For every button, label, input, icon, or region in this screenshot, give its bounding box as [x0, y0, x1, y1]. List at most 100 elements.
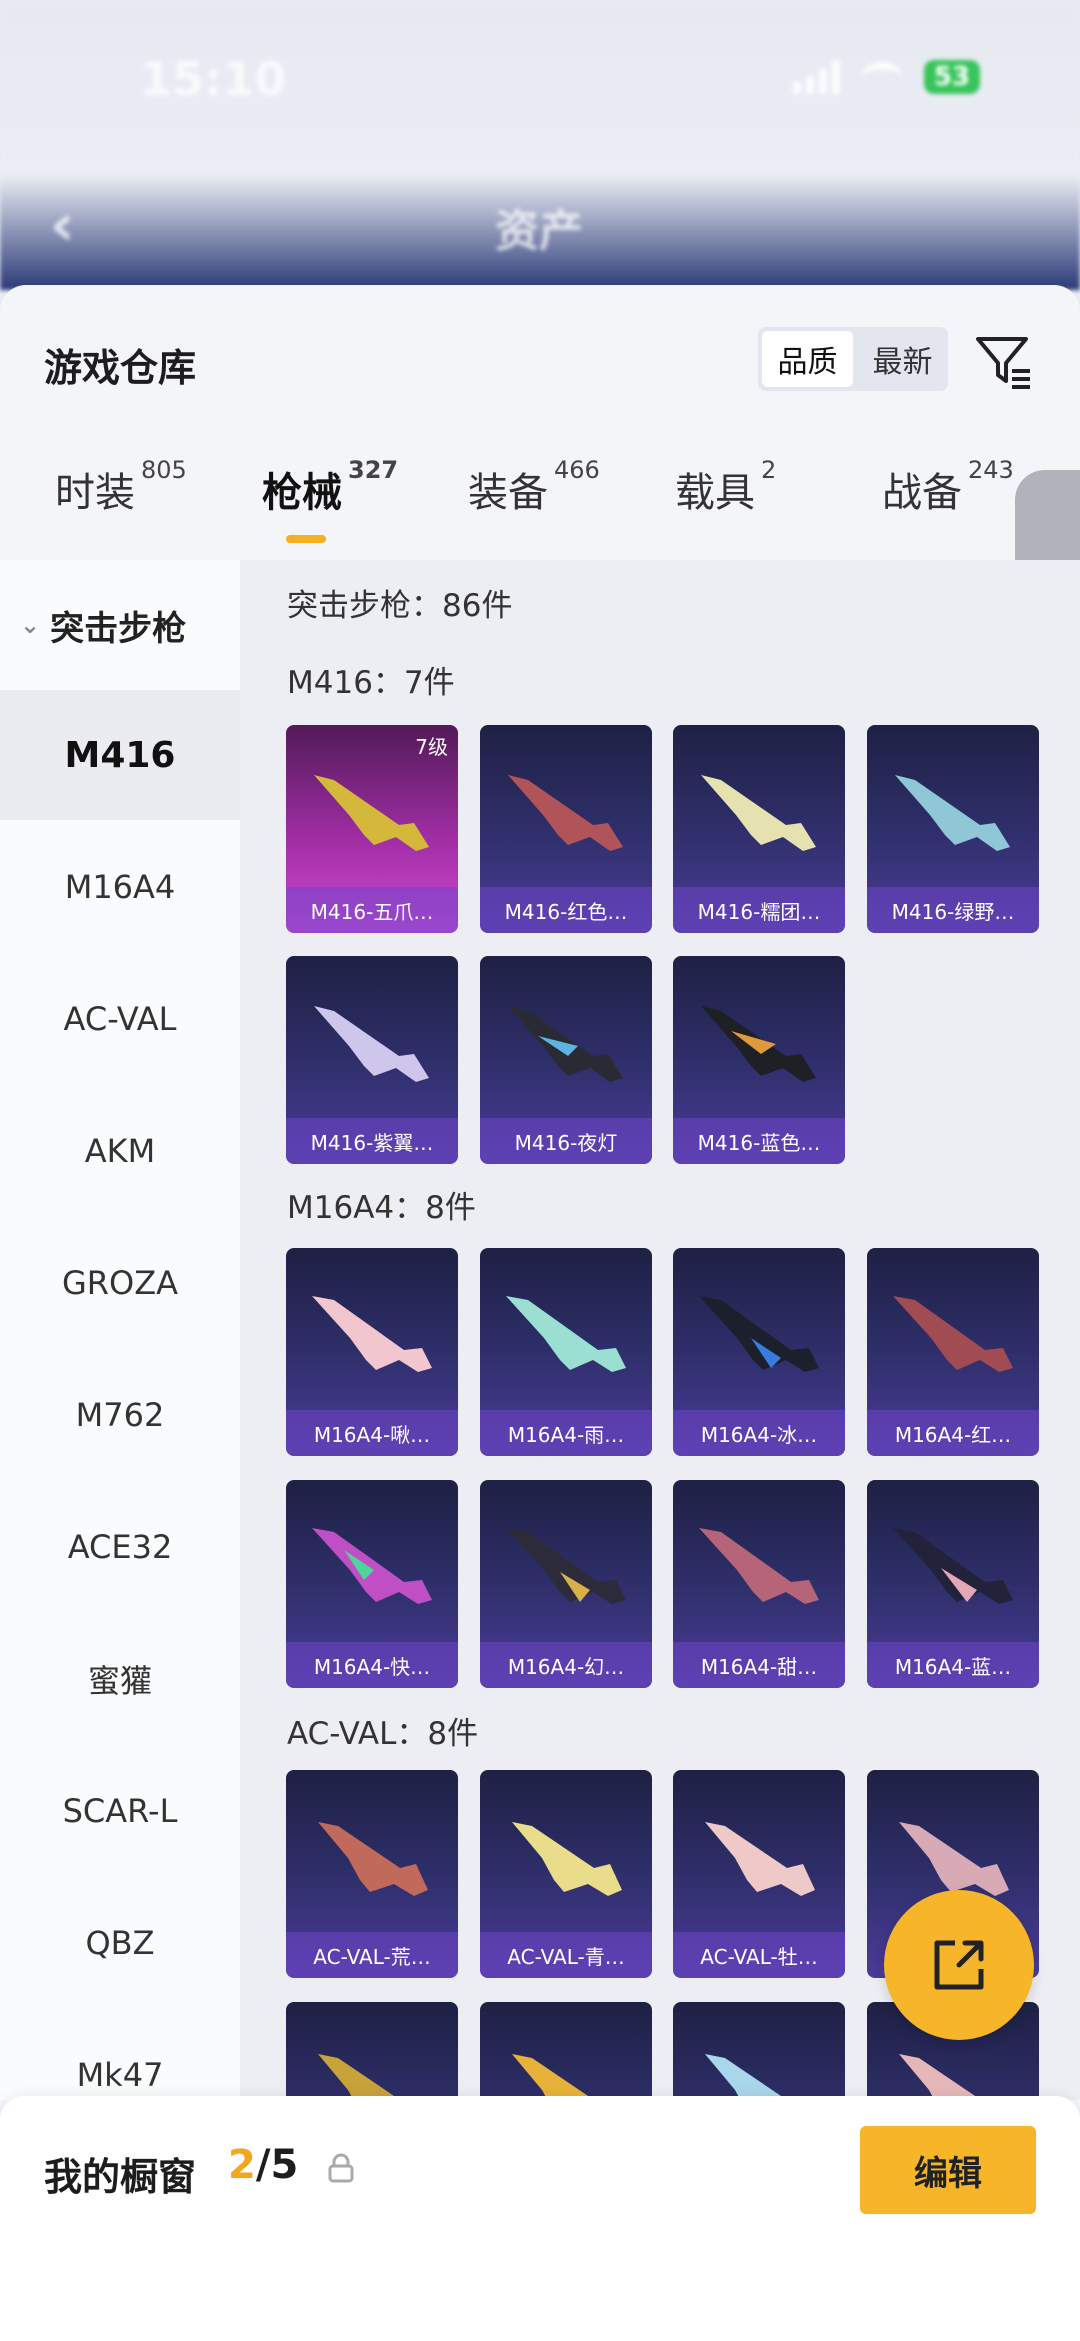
rifle-icon — [701, 775, 816, 851]
tab-firearms[interactable]: 枪械 327 — [262, 456, 398, 518]
skin-card[interactable]: M16A4-啾… — [286, 1248, 458, 1456]
skin-name: M16A4-啾… — [286, 1410, 458, 1456]
sidebar-item-akm[interactable]: AKM — [0, 1086, 240, 1216]
active-tab-indicator — [286, 535, 326, 543]
top-backdrop: 15:10 53 ‹ 资产 — [0, 0, 1080, 290]
sidebar-item-scar-l[interactable]: SCAR-L — [0, 1746, 240, 1876]
share-icon — [934, 1940, 984, 1990]
chevron-down-icon: ⌄ — [20, 611, 41, 639]
tab-vehicles[interactable]: 载具 2 — [675, 456, 776, 518]
showcase-count: 2/5 — [228, 2142, 298, 2188]
sidebar-item-m16a4[interactable]: M16A4 — [0, 822, 240, 952]
rifle-icon — [512, 2054, 612, 2100]
skin-name: M16A4-冰… — [673, 1410, 845, 1456]
skin-card[interactable]: 7级 M416-五爪… — [286, 725, 458, 933]
skin-name: M416-蓝色… — [673, 1118, 845, 1164]
skin-card[interactable]: M16A4-甜… — [673, 1480, 845, 1688]
rifle-icon — [318, 2054, 418, 2100]
skin-name: M16A4-红… — [867, 1410, 1039, 1456]
rifle-icon — [705, 1822, 815, 1896]
skin-card[interactable]: M416-蓝色… — [673, 956, 845, 1164]
lock-icon — [328, 2153, 354, 2183]
skin-name: M16A4-甜… — [673, 1642, 845, 1688]
skin-name: M16A4-蓝… — [867, 1642, 1039, 1688]
skin-card[interactable]: M16A4-红… — [867, 1248, 1039, 1456]
skin-card[interactable]: AC-VAL-青… — [480, 1770, 652, 1978]
sidebar-item-m416[interactable]: M416 — [0, 690, 240, 820]
sort-toggle: 品质 最新 — [758, 327, 948, 391]
skin-card[interactable]: M16A4-快… — [286, 1480, 458, 1688]
rifle-icon — [314, 1006, 429, 1082]
rifle-icon — [508, 775, 623, 851]
back-icon[interactable]: ‹ — [50, 190, 75, 260]
wifi-icon — [861, 62, 902, 92]
skin-name: M16A4-快… — [286, 1642, 458, 1688]
sidebar-item-m762[interactable]: M762 — [0, 1350, 240, 1480]
skin-card[interactable]: M16A4-雨… — [480, 1248, 652, 1456]
showcase-current: 2 — [228, 2142, 256, 2188]
skin-card[interactable]: M416-红色… — [480, 725, 652, 933]
showcase-total: /5 — [255, 2142, 299, 2188]
skin-card[interactable]: M16A4-冰… — [673, 1248, 845, 1456]
rifle-icon — [312, 1296, 432, 1372]
skin-card[interactable] — [673, 2002, 845, 2100]
rifle-icon — [701, 1006, 816, 1082]
skin-name: M16A4-雨… — [480, 1410, 652, 1456]
rifle-icon — [506, 1528, 626, 1604]
tab-equipment[interactable]: 装备 466 — [468, 456, 600, 518]
skin-card[interactable]: M16A4-幻… — [480, 1480, 652, 1688]
edit-button[interactable]: 编辑 — [860, 2126, 1036, 2214]
skin-card[interactable]: M416-糯团… — [673, 725, 845, 933]
sidebar-item-honey-badger[interactable]: 蜜獾 — [0, 1614, 240, 1744]
rifle-icon — [314, 775, 429, 851]
status-icons: 53 — [792, 60, 980, 94]
skin-name: AC-VAL-牡… — [673, 1932, 845, 1978]
category-count: 突击步枪：86件 — [287, 588, 513, 624]
skin-card[interactable]: M416-绿野… — [867, 725, 1039, 933]
sort-newest[interactable]: 最新 — [857, 327, 948, 391]
category-tabs: 时装 805 枪械 327 装备 466 载具 2 战备 243 — [0, 456, 1080, 540]
showcase-label: 我的橱窗 — [44, 2155, 197, 2199]
rifle-icon — [318, 1822, 428, 1896]
skin-card[interactable] — [286, 2002, 458, 2100]
rifle-icon — [699, 1296, 819, 1372]
sort-quality[interactable]: 品质 — [762, 331, 853, 387]
group-title-m16a4: M16A4：8件 — [287, 1190, 476, 1226]
rifle-icon — [899, 2054, 999, 2100]
sidebar-item-qbz[interactable]: QBZ — [0, 1878, 240, 2008]
skin-name: AC-VAL-荒… — [286, 1932, 458, 1978]
rifle-icon — [512, 1822, 622, 1896]
skin-name: M416-糯团… — [673, 887, 845, 933]
skin-card[interactable]: M16A4-蓝… — [867, 1480, 1039, 1688]
sheet-title: 游戏仓库 — [44, 346, 197, 390]
skin-card[interactable]: M416-夜灯 — [480, 956, 652, 1164]
rifle-icon — [699, 1528, 819, 1604]
rifle-icon — [312, 1528, 432, 1604]
skin-card[interactable]: M416-紫翼… — [286, 956, 458, 1164]
group-title-m416: M416：7件 — [287, 665, 455, 701]
sidebar-category-label: 突击步枪 — [50, 608, 187, 649]
sidebar-category[interactable]: ⌄ 突击步枪 — [0, 560, 240, 690]
skin-name: M416-红色… — [480, 887, 652, 933]
filter-icon[interactable] — [972, 329, 1036, 393]
tab-readiness[interactable]: 战备 243 — [882, 456, 1014, 518]
status-time: 15:10 — [140, 52, 287, 106]
sidebar-item-groza[interactable]: GROZA — [0, 1218, 240, 1348]
rifle-icon — [508, 1006, 623, 1082]
signal-icon — [792, 60, 840, 94]
share-button[interactable] — [884, 1890, 1034, 2040]
tab-fashion[interactable]: 时装 805 — [55, 456, 187, 518]
skin-name: M416-五爪… — [286, 887, 458, 933]
showcase-bar: 我的橱窗 2/5 编辑 — [0, 2096, 1080, 2341]
rifle-icon — [893, 1528, 1013, 1604]
sidebar-item-ace32[interactable]: ACE32 — [0, 1482, 240, 1612]
skin-card[interactable]: AC-VAL-荒… — [286, 1770, 458, 1978]
skin-name: M416-紫翼… — [286, 1118, 458, 1164]
sidebar-item-ac-val[interactable]: AC-VAL — [0, 954, 240, 1084]
weapon-sidebar: ⌄ 突击步枪 M416 M16A4 AC-VAL AKM GROZA M762 … — [0, 560, 240, 2100]
skin-card[interactable] — [480, 2002, 652, 2100]
skin-name: M16A4-幻… — [480, 1642, 652, 1688]
rifle-icon — [506, 1296, 626, 1372]
skin-card[interactable]: AC-VAL-牡… — [673, 1770, 845, 1978]
rifle-icon — [893, 1296, 1013, 1372]
